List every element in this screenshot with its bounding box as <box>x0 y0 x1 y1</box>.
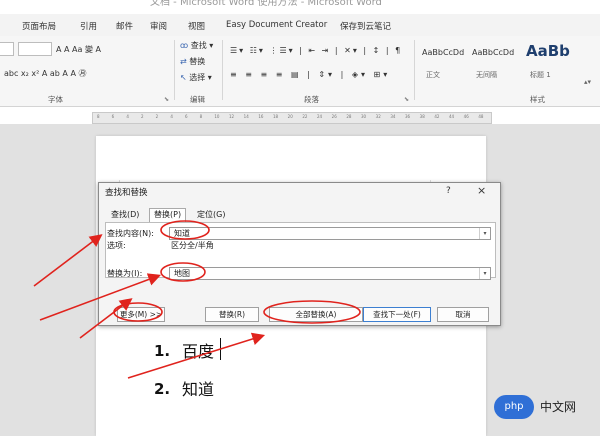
ruler-tick-label: 38 <box>419 114 425 119</box>
tab-references[interactable]: 引用 <box>80 20 97 32</box>
list-number: 2. <box>154 380 171 398</box>
ruler-tick-label: 26 <box>331 114 337 119</box>
list-number: 1. <box>154 342 171 360</box>
ruler-tick-label: 14 <box>243 114 249 119</box>
tab-review[interactable]: 审阅 <box>150 20 167 32</box>
tab-goto[interactable]: 定位(G) <box>193 209 229 221</box>
select-button[interactable]: ↖ 选择 ▾ <box>180 72 212 83</box>
find-replace-dialog: 查找和替换 ? × 查找(D) 替换(P) 定位(G) 查找内容(N): 知道 … <box>98 182 501 326</box>
select-arrow-icon: ↖ <box>180 73 187 82</box>
ruler-tick-label: 20 <box>287 114 293 119</box>
ruler-tick-label: 8 <box>199 114 203 119</box>
ruler-tick-label: 22 <box>302 114 308 119</box>
list-item-text[interactable]: 百度 <box>182 338 214 362</box>
ruler-tick-label: 10 <box>214 114 220 119</box>
ruler-tick-label: 34 <box>390 114 396 119</box>
font-name-combo[interactable] <box>0 42 14 56</box>
ruler-tick-label: 46 <box>463 114 469 119</box>
find-next-button[interactable]: 查找下一处(F) <box>363 307 431 322</box>
styles-group-label: 样式 <box>530 95 545 104</box>
title-bar: 文档 - Microsoft Word 使用方法 - Microsoft Wor… <box>0 0 600 14</box>
font-dialog-launcher[interactable]: ⬊ <box>164 96 169 103</box>
ruler-tick-label: 30 <box>361 114 367 119</box>
ruler-tick-label: 28 <box>346 114 352 119</box>
ruler-tick-label: 32 <box>375 114 381 119</box>
tab-page-layout[interactable]: 页面布局 <box>22 20 56 32</box>
group-separator <box>414 40 415 100</box>
more-button[interactable]: 更多(M) >> <box>117 307 165 322</box>
chevron-down-icon[interactable]: ▾ <box>479 268 490 279</box>
list-item-text[interactable]: 知道 <box>182 376 214 400</box>
replace-button[interactable]: 替换(R) <box>205 307 259 322</box>
style-normal[interactable]: AaBbCcDd 正文 <box>420 40 468 80</box>
help-icon[interactable]: ? <box>446 186 451 196</box>
tab-save-to-cloud-note[interactable]: 保存到云笔记 <box>340 20 391 32</box>
replace-icon: ⇄ <box>180 57 187 66</box>
binoculars-icon: ꚙ <box>180 41 189 50</box>
chevron-down-icon[interactable]: ▾ <box>479 228 490 239</box>
font-format-row-2[interactable]: abc x₂ x² A ab A A ㊊ <box>4 68 86 79</box>
ruler-tick-label: 2 <box>155 114 159 119</box>
tab-find[interactable]: 查找(D) <box>107 209 143 221</box>
find-label: 查找内容(N): <box>107 229 154 238</box>
para-group-label: 段落 <box>304 95 319 104</box>
ruler-tick-label: 2 <box>141 114 144 119</box>
ruler-tick-label: 42 <box>434 114 440 119</box>
ruler-tick-label: 4 <box>126 114 129 119</box>
bullets-numbering-icons[interactable]: ☰▾ ☷▾ ⋮☰▾ | ⇤ ⇥ | ✕▾ | ↕ | ¶ <box>230 46 402 55</box>
ruler-tick-label: 4 <box>170 114 173 119</box>
replace-label: 替换为(I): <box>107 269 143 278</box>
dialog-title: 查找和替换 <box>105 188 148 198</box>
ruler-tick-label: 48 <box>478 114 484 119</box>
word-window: 文档 - Microsoft Word 使用方法 - Microsoft Wor… <box>0 0 600 436</box>
watermark-text: 中文网 <box>540 400 577 414</box>
para-dialog-launcher[interactable]: ⬊ <box>404 96 409 103</box>
font-group-label: 字体 <box>48 95 63 104</box>
edit-group-label: 编辑 <box>190 95 205 104</box>
replace-input[interactable]: 地图 ▾ <box>169 267 491 280</box>
ruler-tick-label: 8 <box>97 114 100 119</box>
alignment-icons[interactable]: ≡ ≡ ≡ ≡ ▤ | ⇕▾ | ◈▾ ⊞▾ <box>230 70 390 79</box>
php-logo: php <box>494 395 534 419</box>
window-title: 文档 - Microsoft Word 使用方法 - Microsoft Wor… <box>150 0 382 8</box>
tab-view[interactable]: 视图 <box>188 20 205 32</box>
horizontal-ruler[interactable]: 8 6 4 2 2 4 6 8 10 12 14 16 18 20 22 24 26 28 30 32 34 36 38 42… <box>92 112 492 124</box>
ruler-tick-label: 36 <box>405 114 411 119</box>
style-no-spacing[interactable]: AaBbCcDd 无间隔 <box>470 40 518 80</box>
group-separator <box>174 40 175 100</box>
ribbon-tab-bar: 页面布局 引用 邮件 审阅 视图 Easy Document Creator 保… <box>0 14 600 37</box>
options-value: 区分全/半角 <box>171 241 214 250</box>
options-label: 选项: <box>107 241 126 250</box>
replace-all-button[interactable]: 全部替换(A) <box>269 307 363 322</box>
font-format-row-1[interactable]: A A Aa 變 A <box>56 44 101 55</box>
close-icon[interactable]: × <box>477 184 486 197</box>
ruler-tick-label: 24 <box>317 114 323 119</box>
group-separator <box>222 40 223 100</box>
style-heading-1[interactable]: AaBb 标题 1 <box>524 40 580 80</box>
cancel-button[interactable]: 取消 <box>437 307 489 322</box>
ruler-tick-label: 6 <box>185 114 188 119</box>
tab-mailings[interactable]: 邮件 <box>116 20 133 32</box>
ruler-tick-label: 16 <box>258 114 264 119</box>
ruler-tick-label: 18 <box>273 114 279 119</box>
replace-button[interactable]: ⇄ 替换 <box>180 56 205 67</box>
ruler-tick-label: 12 <box>229 114 235 119</box>
ribbon: A A Aa 變 A abc x₂ x² A ab A A ㊊ 字体 ⬊ ꚙ 查… <box>0 36 600 107</box>
ruler-tick-label: 6 <box>111 114 115 119</box>
ruler-ticks: 8 6 4 2 2 4 6 8 10 12 14 16 18 20 22 24 26 28 30 32 34 36 38 42… <box>93 113 491 123</box>
tab-easy-document-creator[interactable]: Easy Document Creator <box>226 20 327 30</box>
text-cursor <box>220 338 221 360</box>
find-button[interactable]: ꚙ 查找 ▾ <box>180 40 213 51</box>
font-size-combo[interactable] <box>18 42 52 56</box>
find-input[interactable]: 知道 ▾ <box>169 227 491 240</box>
ruler-tick-label: 44 <box>449 114 455 119</box>
tab-replace[interactable]: 替换(P) <box>149 208 187 223</box>
styles-scroll-icon[interactable]: ▴▾ <box>584 78 600 88</box>
